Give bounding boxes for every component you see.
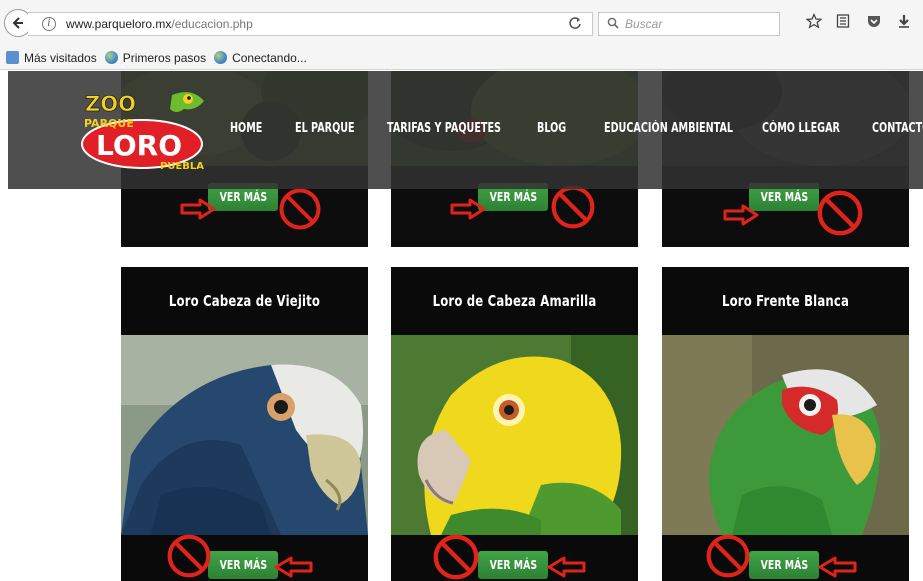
nav-blog[interactable]: BLOG <box>537 121 576 141</box>
red-arrow-right-icon <box>180 198 216 220</box>
bookmark-star-icon[interactable] <box>805 12 823 34</box>
bookmark-most-visited[interactable]: Más visitados <box>0 51 97 65</box>
red-prohibited-icon <box>551 185 595 229</box>
svg-text:ZOO: ZOO <box>85 92 136 116</box>
ver-mas-button[interactable]: VER MÁS <box>749 551 819 579</box>
nav-tarifas-y-paquetes[interactable]: TARIFAS Y PAQUETES <box>387 121 541 141</box>
red-arrow-left-icon <box>818 556 857 578</box>
zoo-parque-loro-logo[interactable]: ZOO PARQUE LORO PUEBLA <box>80 89 220 171</box>
card-title: Loro de Cabeza Amarilla <box>432 292 597 310</box>
nav-home[interactable]: HOME <box>230 121 274 141</box>
nav-el-parque[interactable]: EL PARQUE <box>295 121 376 141</box>
red-prohibited-icon <box>433 534 479 580</box>
ver-mas-button[interactable]: VER MÁS <box>478 551 548 579</box>
red-arrow-right-icon <box>723 204 759 226</box>
red-arrow-left-icon <box>547 556 586 578</box>
globe-icon <box>214 51 228 64</box>
search-bar[interactable]: Buscar <box>598 12 780 36</box>
red-prohibited-icon <box>167 534 211 578</box>
ver-mas-button[interactable]: VER MÁS <box>208 551 278 579</box>
page-content: VER MÁS VER MÁS VER MÁS Loro Cabeza de V… <box>0 71 923 581</box>
card-title: Loro Cabeza de Viejito <box>168 292 321 310</box>
globe-icon <box>104 51 118 64</box>
nav-contacto[interactable]: CONTACTO <box>872 121 923 141</box>
back-arrow-icon <box>12 17 23 29</box>
site-header: ZOO PARQUE LORO PUEBLA HOME EL PARQUE TA… <box>8 71 923 189</box>
download-icon[interactable] <box>896 13 912 34</box>
card-loro-frente-blanca: Loro Frente Blanca <box>662 267 909 581</box>
svg-text:LORO: LORO <box>96 129 182 162</box>
card-title: Loro Frente Blanca <box>721 292 850 310</box>
url-text: www.parqueloro.mx/educacion.php <box>66 17 253 31</box>
bookmark-getting-started[interactable]: Primeros pasos <box>104 51 206 65</box>
yellow-headed-parrot-photo <box>391 335 638 535</box>
red-arrow-right-icon <box>450 198 486 220</box>
search-placeholder: Buscar <box>625 17 663 31</box>
red-prohibited-icon <box>279 188 321 230</box>
pocket-icon[interactable] <box>866 13 882 34</box>
card-loro-cabeza-de-viejito: Loro Cabeza de Viejito <box>121 267 368 581</box>
svg-text:PUEBLA: PUEBLA <box>160 161 204 171</box>
browser-toolbar: i www.parqueloro.mx/educacion.php Buscar <box>0 0 923 46</box>
search-icon <box>607 17 619 32</box>
red-arrow-left-icon <box>274 556 313 578</box>
card-loro-de-cabeza-amarilla: Loro de Cabeza Amarilla <box>391 267 638 581</box>
bookmarks-toolbar: Más visitados Primeros pasos Conectando.… <box>0 46 923 70</box>
url-bar[interactable]: i www.parqueloro.mx/educacion.php <box>28 12 593 36</box>
blue-headed-parrot-photo <box>121 335 368 535</box>
bookmark-connecting[interactable]: Conectando... <box>214 51 307 65</box>
red-prohibited-icon <box>706 534 750 578</box>
white-fronted-parrot-photo <box>662 335 909 535</box>
nav-como-llegar[interactable]: CÓMO LLEGAR <box>762 121 867 141</box>
reload-icon[interactable] <box>568 16 582 33</box>
info-icon[interactable]: i <box>42 17 56 31</box>
bookmarks-folder-icon <box>6 51 19 64</box>
reading-list-icon[interactable] <box>835 13 851 34</box>
nav-educacion-ambiental[interactable]: EDUCACIÓN AMBIENTAL <box>604 121 778 141</box>
red-prohibited-icon <box>817 190 863 236</box>
